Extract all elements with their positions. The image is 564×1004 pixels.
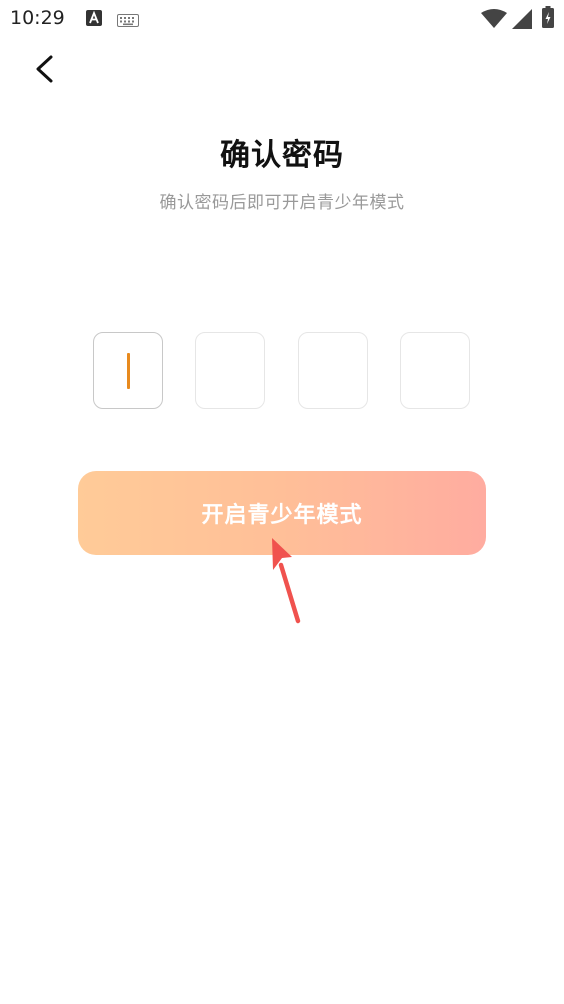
pin-digit-3[interactable]	[298, 332, 368, 409]
page-subtitle: 确认密码后即可开启青少年模式	[159, 193, 405, 213]
keyboard-icon	[117, 12, 139, 31]
chevron-left-icon	[36, 55, 53, 83]
pin-digit-4[interactable]	[400, 332, 470, 409]
annotation-arrow-icon	[262, 535, 308, 625]
signal-icon	[512, 9, 532, 33]
pin-digit-1[interactable]	[93, 332, 163, 409]
status-bar: 10:29	[0, 0, 564, 38]
notification-a-icon	[86, 10, 102, 30]
text-cursor	[127, 353, 130, 389]
page-title: 确认密码	[220, 138, 344, 173]
wifi-icon	[481, 9, 507, 33]
back-button[interactable]	[22, 48, 66, 92]
pin-input-row	[93, 332, 472, 411]
battery-icon	[542, 6, 554, 32]
pin-digit-2[interactable]	[195, 332, 265, 409]
status-time: 10:29	[10, 7, 65, 29]
